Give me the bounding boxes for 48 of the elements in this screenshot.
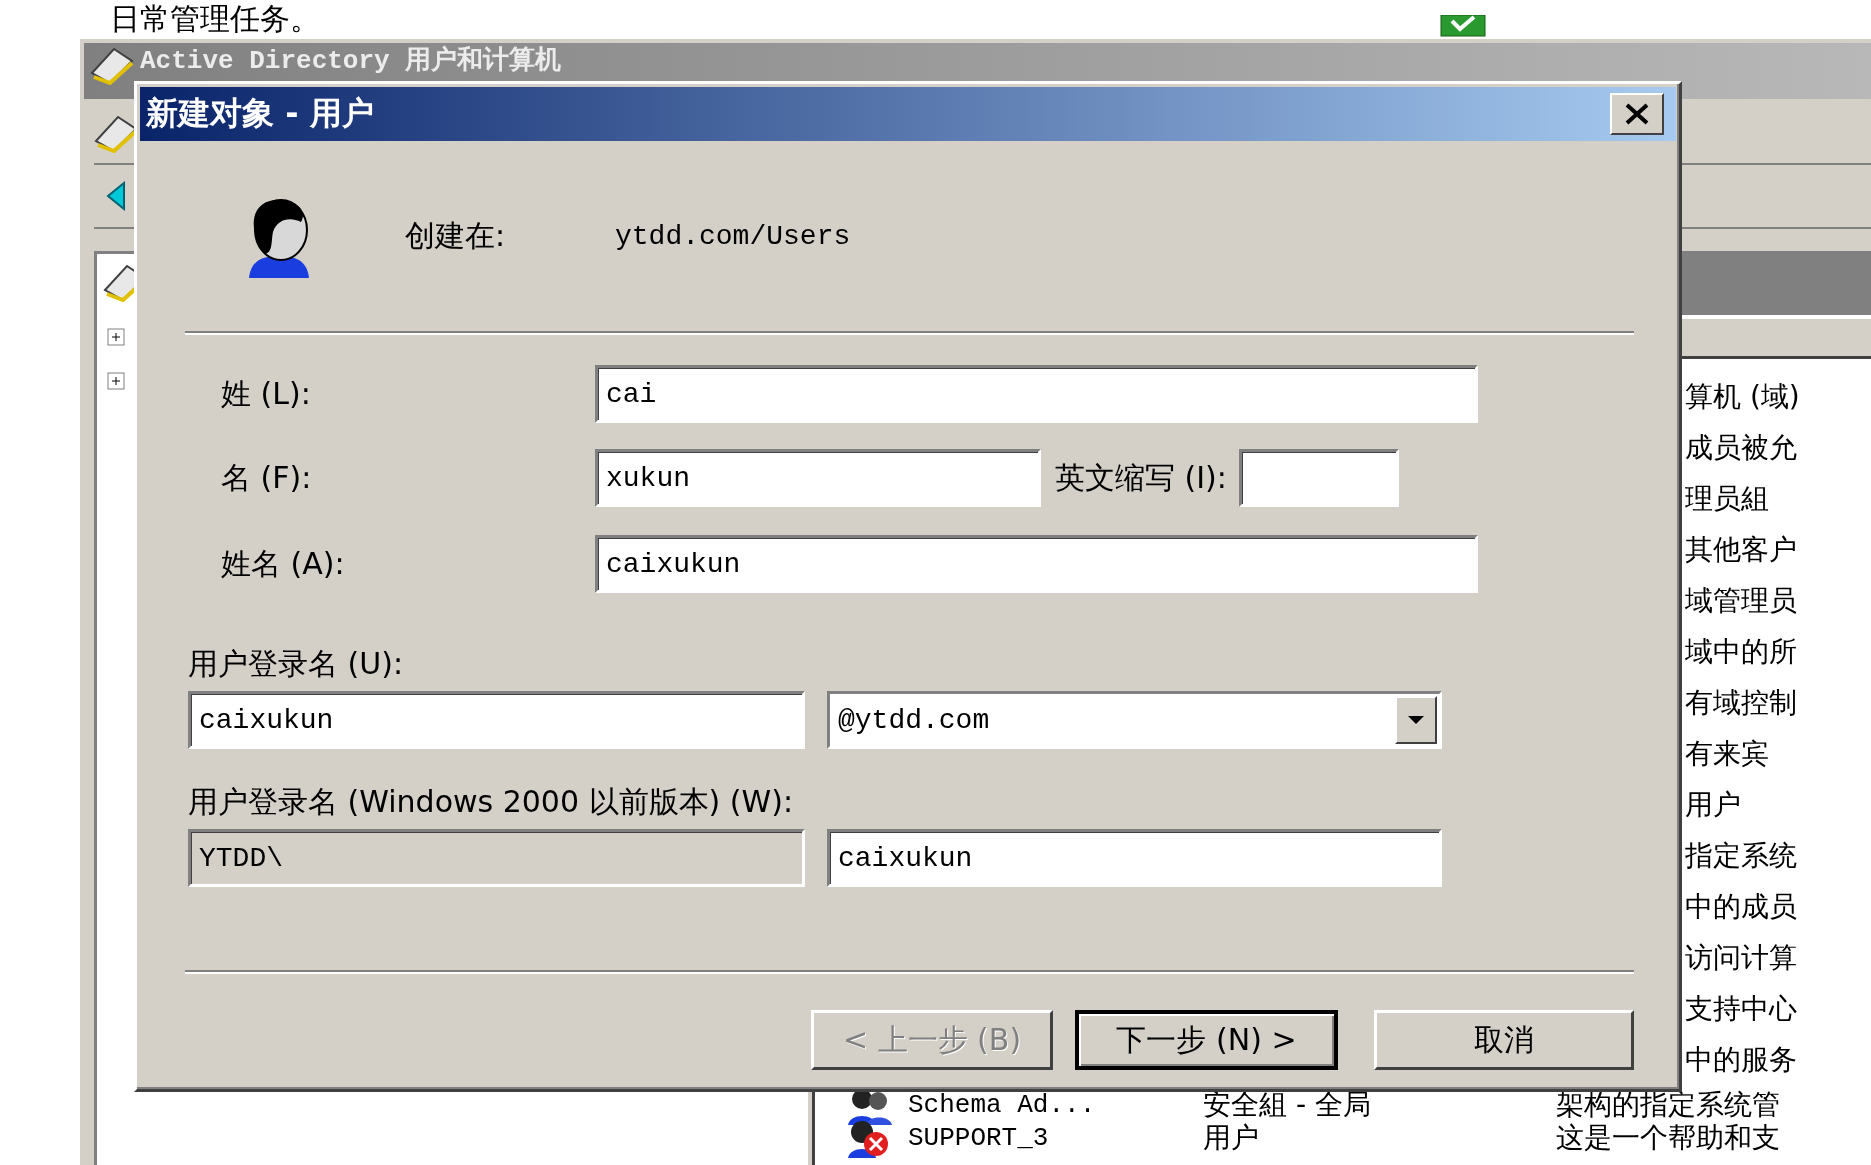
type-cell-text: 安全組 - 全局 (1203, 1089, 1372, 1121)
description-cell-text: 这是一个帮助和支 (1556, 1122, 1781, 1154)
description-cell: 中的服务 (1685, 1043, 1797, 1076)
description-cell: 支持中心 (1685, 992, 1797, 1025)
snap-in-icon (90, 45, 134, 85)
description-cell: 域管理员 (1685, 584, 1797, 617)
description-cell: 算机 (域) (1685, 380, 1800, 413)
field-label: 姓名 (A): (221, 544, 346, 583)
created-in-path: ytdd.com/Users (615, 220, 851, 252)
description-cell: 域中的所 (1685, 635, 1797, 668)
cancel-button[interactable]: 取消 (1374, 1010, 1634, 1070)
dropdown-button[interactable] (1395, 696, 1437, 744)
window-title: Active Directory 用户和计算机 (140, 45, 562, 77)
field-label: 英文缩写 (I): (1055, 458, 1227, 497)
caret-icon (1407, 715, 1425, 725)
description-cell: 中的成员 (1685, 890, 1797, 923)
surname-field[interactable]: cai (595, 365, 1478, 423)
close-icon (1624, 103, 1650, 125)
description-cell: 成员被允 (1685, 431, 1797, 464)
field-label: 用户登录名 (U): (188, 644, 404, 683)
domain-dropdown[interactable]: @ytdd.com (827, 691, 1442, 749)
expand-icon[interactable] (107, 372, 125, 390)
field-label: 用户登录名 (Windows 2000 以前版本) (W): (188, 782, 794, 821)
description-cell: 访问计算 (1685, 941, 1797, 974)
logon-name-field[interactable]: caixukun (188, 691, 805, 749)
next-button[interactable]: 下一步 (N) > (1075, 1010, 1338, 1070)
back-arrow-icon[interactable] (106, 181, 126, 211)
dialog-title: 新建对象 - 用户 (146, 93, 375, 134)
description-cell: 指定系统 (1685, 839, 1797, 872)
type-cell-text: 用户 (1203, 1122, 1260, 1154)
description-cell: 其他客户 (1685, 533, 1797, 566)
description-cell: 有域控制 (1685, 686, 1797, 719)
description-cell: 用户 (1685, 788, 1741, 821)
description-cell-text: 架构的指定系统管 (1556, 1089, 1781, 1121)
name-cell-text: SUPPORT_3 (908, 1122, 1050, 1154)
close-button[interactable] (1610, 93, 1664, 135)
expand-icon[interactable] (107, 328, 125, 346)
field-label: 姓 (L): (221, 374, 312, 413)
description-cell: 理员組 (1685, 482, 1769, 515)
pre2000-logon-field[interactable]: caixukun (827, 829, 1442, 887)
initials-field[interactable] (1238, 449, 1399, 507)
full-name-field[interactable]: caixukun (595, 535, 1478, 593)
page-heading: 日常管理任务。 (110, 1, 320, 36)
created-in-label: 创建在: (405, 216, 507, 255)
given-name-field[interactable]: xukun (595, 449, 1041, 507)
field-label: 名 (F): (221, 458, 313, 497)
name-cell-text: Schema Ad... (908, 1089, 1097, 1121)
description-cell: 有来宾 (1685, 737, 1769, 770)
